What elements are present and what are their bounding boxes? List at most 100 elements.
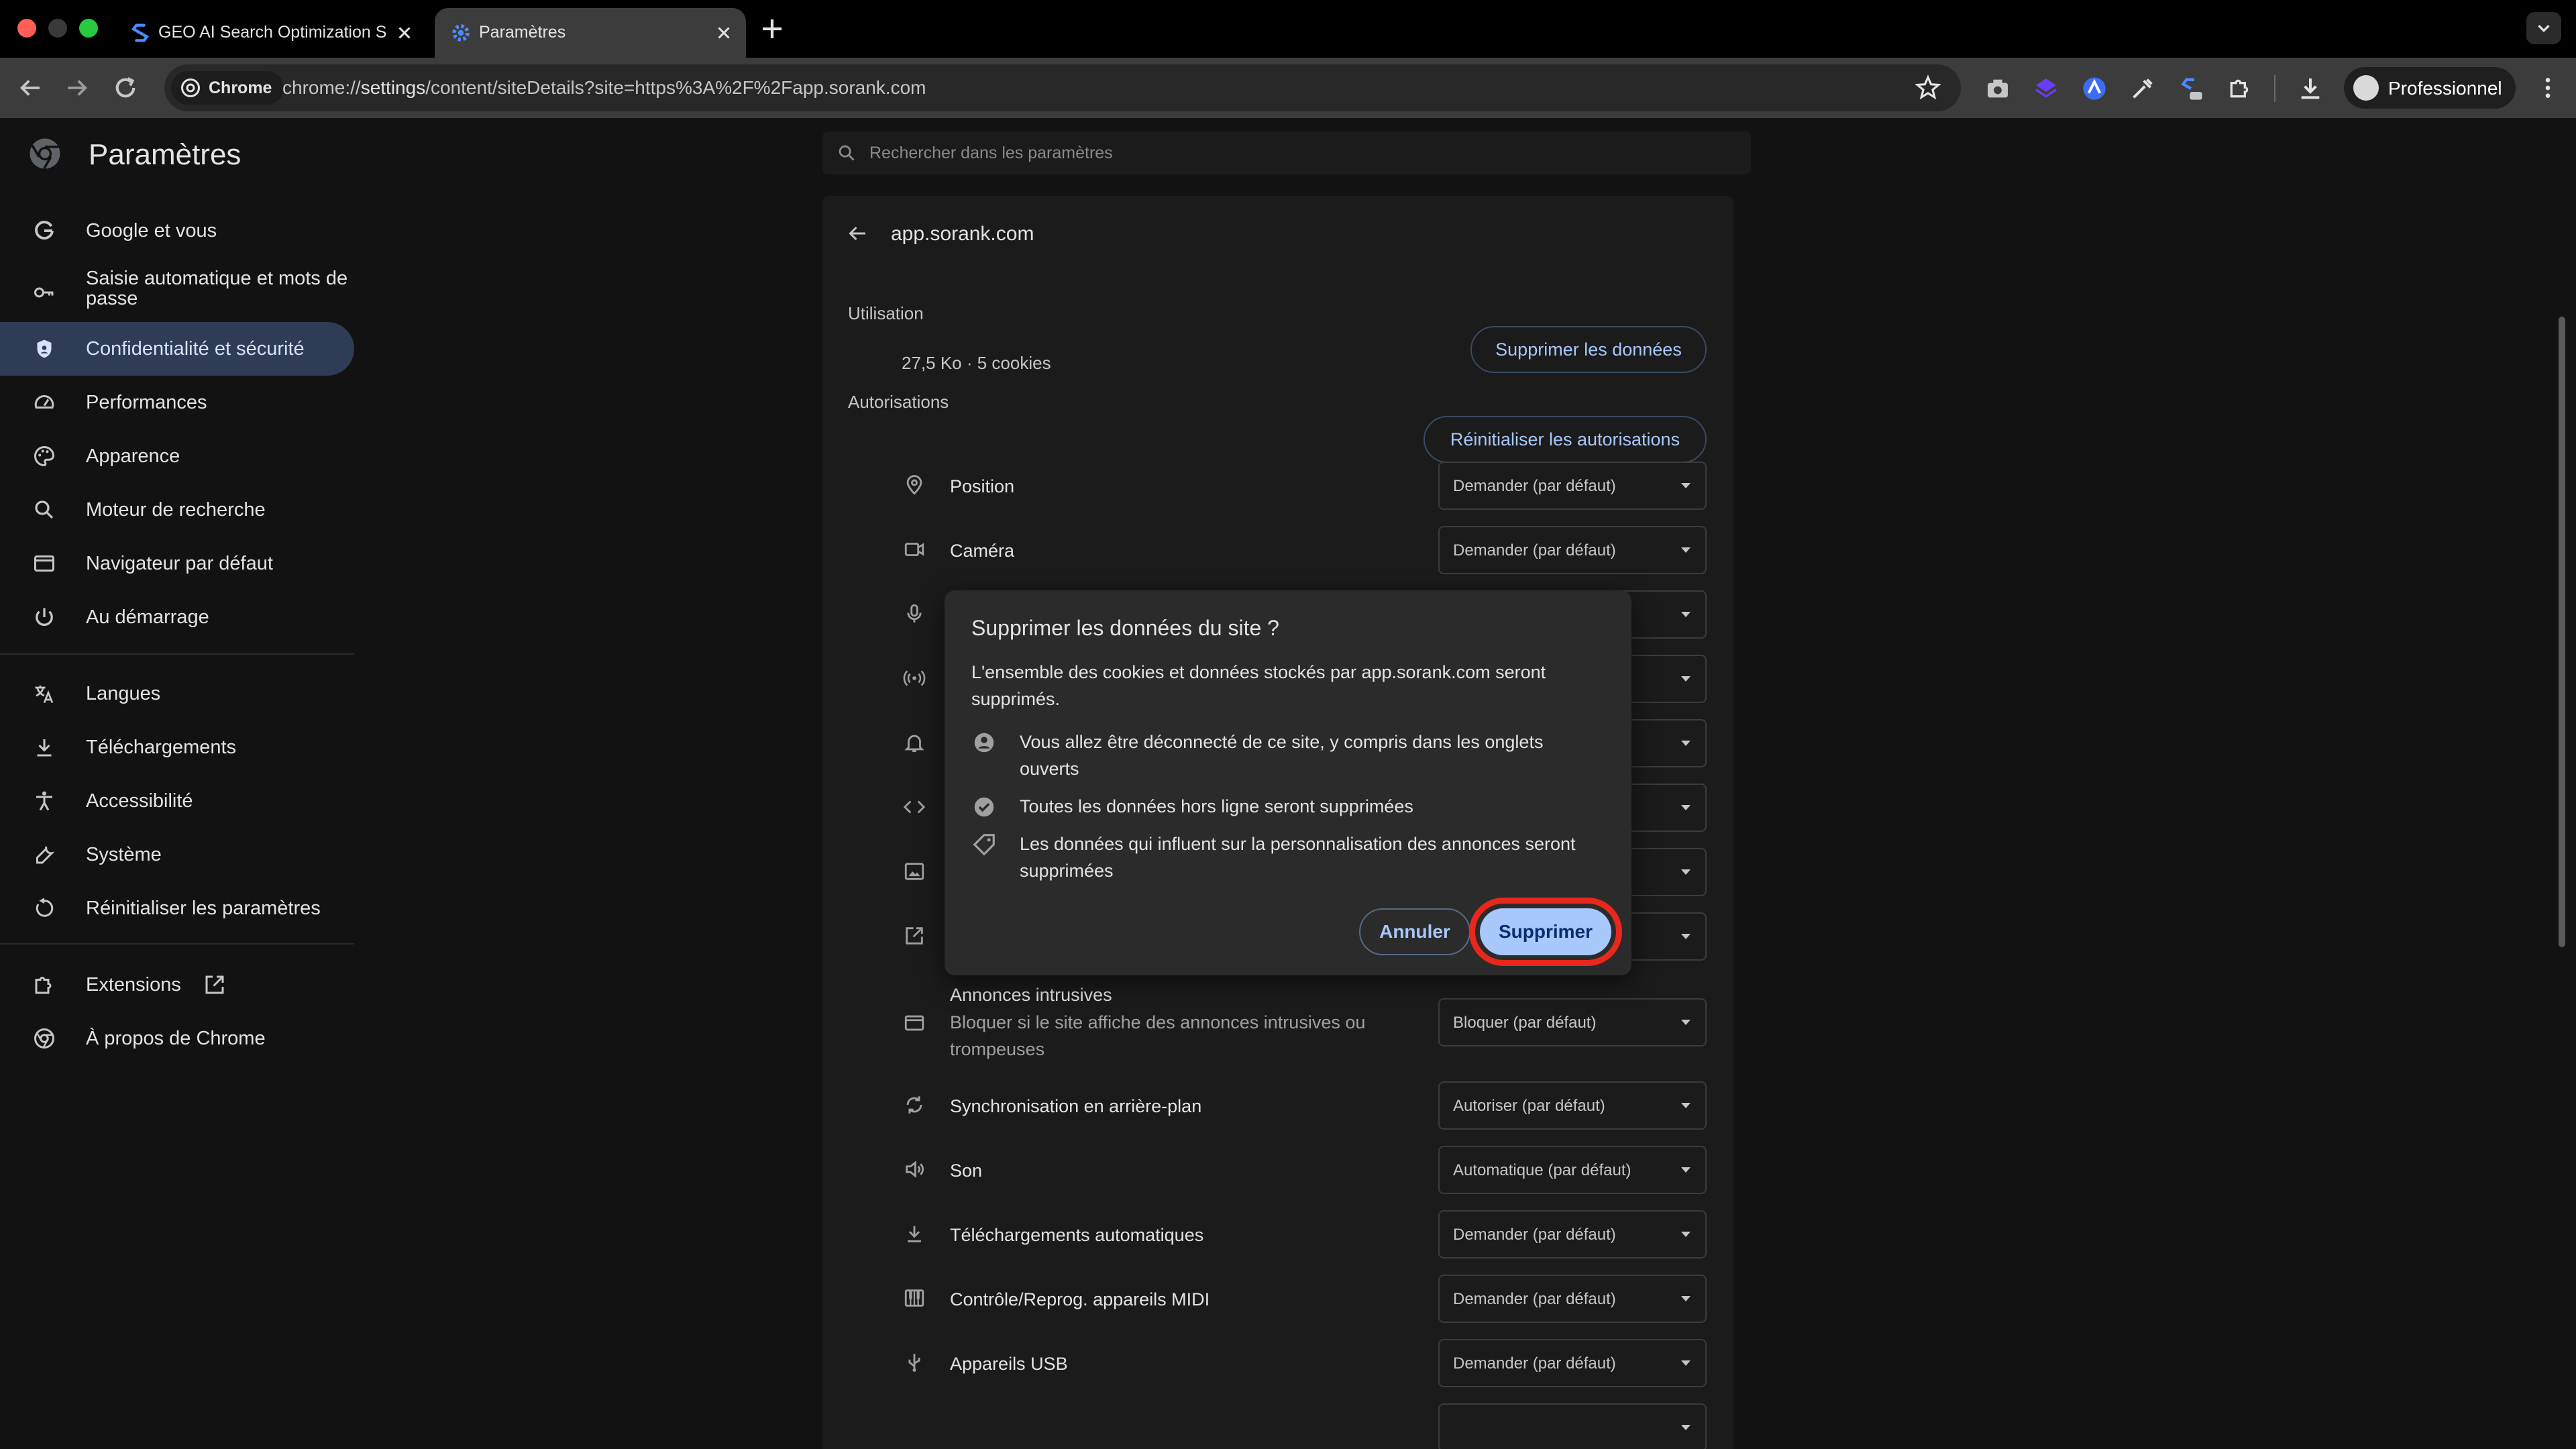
sidebar-item-extensions[interactable]: Extensions xyxy=(0,958,354,1012)
reload-icon[interactable] xyxy=(111,74,140,102)
sidebar-item-label: Langues xyxy=(86,683,161,704)
profile-label: Professionnel xyxy=(2388,78,2502,99)
sidebar-item-system[interactable]: Système xyxy=(0,828,354,881)
caret-down-icon xyxy=(1681,1425,1690,1430)
sidebar-item-downloads[interactable]: Téléchargements xyxy=(0,720,354,774)
sidebar-item-appearance[interactable]: Apparence xyxy=(0,429,354,483)
search-icon xyxy=(839,145,855,161)
sidebar-item-label: Moteur de recherche xyxy=(86,499,266,521)
chevron-down-icon xyxy=(2538,25,2550,33)
sorank-extension-icon[interactable] xyxy=(2178,75,2204,102)
puzzle-icon[interactable] xyxy=(2226,75,2253,102)
permission-label: Caméra xyxy=(950,541,1015,561)
site-name: app.sorank.com xyxy=(891,223,1034,245)
permission-select-location[interactable]: Demander (par défaut) xyxy=(1438,462,1707,510)
sidebar-item-label: Accessibilité xyxy=(86,790,193,812)
dialog-item-ads: Les données qui influent sur la personna… xyxy=(971,830,1609,884)
sidebar-item-reset[interactable]: Réinitialiser les paramètres xyxy=(0,881,354,935)
search-icon xyxy=(35,500,54,519)
tab-label: GEO AI Search Optimization S xyxy=(158,23,386,42)
sidebar-item-startup[interactable]: Au démarrage xyxy=(0,590,354,644)
permission-label: Contrôle/Reprog. appareils MIDI xyxy=(950,1289,1210,1309)
select-value: Demander (par défaut) xyxy=(1453,1354,1616,1373)
sidebar-item-default-browser[interactable]: Navigateur par défaut xyxy=(0,537,354,590)
account-icon xyxy=(974,733,994,753)
caret-down-icon xyxy=(1681,1232,1690,1237)
minimize-window-button[interactable] xyxy=(48,19,67,38)
search-placeholder: Rechercher dans les paramètres xyxy=(869,144,1113,162)
sidebar-item-search-engine[interactable]: Moteur de recherche xyxy=(0,483,354,537)
open-in-new-icon xyxy=(205,975,224,994)
close-icon[interactable] xyxy=(714,23,734,43)
sidebar-item-accessibility[interactable]: Accessibilité xyxy=(0,774,354,828)
sidebar-item-google[interactable]: Google et vous xyxy=(0,204,354,258)
cancel-button[interactable]: Annuler xyxy=(1359,908,1470,955)
scrollbar-thumb[interactable] xyxy=(2559,317,2565,947)
dialog-body: L'ensemble des cookies et données stocké… xyxy=(971,662,1546,709)
chrome-icon xyxy=(181,78,200,97)
permission-select-intrusive-ads[interactable]: Bloquer (par défaut) xyxy=(1438,998,1707,1046)
new-tab-plus-icon[interactable] xyxy=(758,15,786,43)
profile-button[interactable]: Professionnel xyxy=(2344,67,2516,109)
site-info-chip[interactable]: Chrome xyxy=(171,71,284,105)
layers-extension-icon[interactable] xyxy=(2033,75,2059,102)
permission-label: Son xyxy=(950,1161,983,1181)
chrome-icon xyxy=(34,1028,54,1049)
permission-row-background-sync: Synchronisation en arrière-plan Autorise… xyxy=(822,1075,1733,1139)
url-text[interactable]: chrome://settings/content/siteDetails?si… xyxy=(282,77,926,99)
forward-arrow-icon[interactable] xyxy=(63,74,91,102)
bookmark-star-icon[interactable] xyxy=(1914,74,1942,102)
sorank-icon xyxy=(131,23,150,42)
caret-down-icon xyxy=(1681,1103,1690,1108)
browser-icon xyxy=(34,555,54,572)
select-value: Demander (par défaut) xyxy=(1453,477,1616,495)
sidebar-item-about[interactable]: À propos de Chrome xyxy=(0,1012,354,1065)
select-value: Bloquer (par défaut) xyxy=(1453,1014,1597,1032)
permission-select-sound[interactable]: Automatique (par défaut) xyxy=(1438,1146,1707,1194)
sidebar-item-autofill[interactable]: Saisie automatique et mots de passe xyxy=(0,263,354,323)
bell-icon xyxy=(904,735,924,753)
delete-data-button[interactable]: Supprimer les données xyxy=(1470,326,1707,373)
sidebar-item-privacy[interactable]: Confidentialité et sécurité xyxy=(0,322,354,376)
caret-down-icon xyxy=(1681,547,1690,553)
camera-extension-icon[interactable] xyxy=(1984,75,2011,102)
avatar xyxy=(2353,75,2379,101)
download-icon[interactable] xyxy=(2297,75,2324,102)
caret-down-icon xyxy=(1681,805,1690,810)
sidebar-item-languages[interactable]: Langues xyxy=(0,667,354,720)
close-window-button[interactable] xyxy=(17,19,36,38)
permission-label: Position xyxy=(950,476,1015,496)
tab-search-button[interactable] xyxy=(2526,12,2561,44)
more-menu-icon[interactable] xyxy=(2534,74,2561,102)
zoom-window-button[interactable] xyxy=(79,19,98,38)
permission-select-camera[interactable]: Demander (par défaut) xyxy=(1438,526,1707,574)
select-value: Demander (par défaut) xyxy=(1453,1290,1616,1308)
back-arrow-icon[interactable] xyxy=(845,221,869,246)
sidebar-item-label: Confidentialité et sécurité xyxy=(86,338,305,360)
tab-geo-ai[interactable]: GEO AI Search Optimization S xyxy=(114,8,427,58)
tab-settings[interactable]: Paramètres xyxy=(435,8,746,58)
reset-icon xyxy=(36,898,54,917)
settings-search-input[interactable]: Rechercher dans les paramètres xyxy=(822,131,1751,174)
permission-select-partial[interactable] xyxy=(1438,1403,1707,1449)
microphone-icon xyxy=(907,604,922,623)
permissions-heading: Autorisations xyxy=(848,392,949,412)
permission-row-camera: Caméra Demander (par défaut) xyxy=(822,519,1733,584)
address-bar[interactable]: Chrome chrome://settings/content/siteDet… xyxy=(164,64,1961,111)
caret-down-icon xyxy=(1681,869,1690,875)
close-icon[interactable] xyxy=(394,23,415,43)
permission-select-background-sync[interactable]: Autoriser (par défaut) xyxy=(1438,1081,1707,1130)
eyedropper-extension-icon[interactable] xyxy=(2129,75,2156,102)
permission-select-usb[interactable]: Demander (par défaut) xyxy=(1438,1339,1707,1387)
sidebar-item-label: Apparence xyxy=(86,445,180,467)
dialog-item-text: Toutes les données hors ligne seront sup… xyxy=(1020,796,1413,816)
back-arrow-icon[interactable] xyxy=(16,74,44,102)
permission-select-automatic-downloads[interactable]: Demander (par défaut) xyxy=(1438,1210,1707,1258)
tab-label: Paramètres xyxy=(479,23,566,42)
toolbar-divider xyxy=(2274,75,2275,102)
tag-icon xyxy=(973,834,995,856)
permission-select-midi[interactable]: Demander (par défaut) xyxy=(1438,1275,1707,1323)
sidebar-item-label: Saisie automatique et mots de passe xyxy=(86,268,348,309)
sidebar-item-performance[interactable]: Performances xyxy=(0,376,354,429)
arc-extension-icon[interactable] xyxy=(2081,75,2108,102)
